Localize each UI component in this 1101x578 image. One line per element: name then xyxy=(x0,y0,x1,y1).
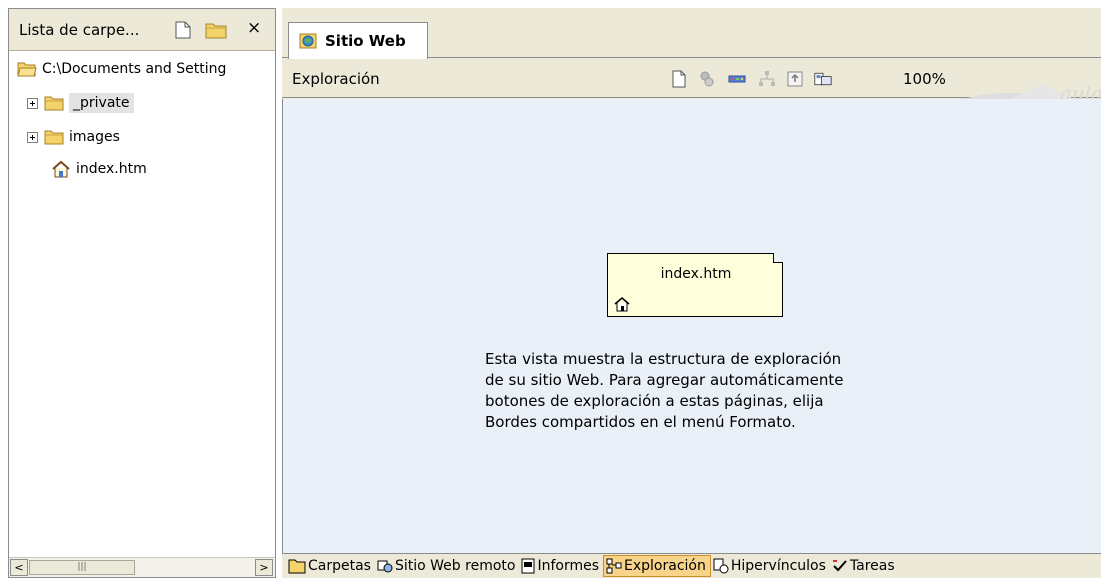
link-bar-icon[interactable] xyxy=(728,70,746,88)
view-button-label: Exploración xyxy=(624,558,706,574)
help-line: Bordes compartidos en el menú Formato. xyxy=(485,413,796,431)
folder-open-icon xyxy=(17,62,37,77)
help-line: botones de exploración a estas páginas, … xyxy=(485,392,824,410)
folder-list-header: Lista de carpe... × xyxy=(9,9,275,51)
hyperlinks-icon xyxy=(713,558,729,574)
folder-icon xyxy=(288,559,306,574)
tree-item-private[interactable]: _private xyxy=(27,89,134,117)
view-button-remote[interactable]: Sitio Web remoto xyxy=(375,555,519,577)
view-button-carpetas[interactable]: Carpetas xyxy=(286,555,375,577)
frontpage-window: Lista de carpe... × C:\Documents and Set… xyxy=(0,0,1101,578)
scroll-left-button[interactable]: < xyxy=(10,559,28,576)
page-node-label: index.htm xyxy=(660,266,732,282)
folder-icon xyxy=(44,96,64,111)
home-page-icon xyxy=(614,297,630,312)
view-button-label: Carpetas xyxy=(308,558,371,574)
view-button-label: Hipervínculos xyxy=(730,558,826,574)
view-button-label: Tareas xyxy=(849,558,895,574)
portrait-landscape-icon[interactable] xyxy=(814,70,832,88)
remote-site-icon xyxy=(377,560,393,573)
external-link-icon[interactable] xyxy=(698,70,716,88)
page-node-index[interactable]: index.htm xyxy=(607,253,783,317)
help-line: Esta vista muestra la estructura de expl… xyxy=(485,350,842,368)
tree-item-index[interactable]: index.htm xyxy=(51,155,147,183)
folder-list-title: Lista de carpe... xyxy=(19,20,140,39)
new-folder-icon[interactable] xyxy=(205,21,227,39)
folder-list-pane: Lista de carpe... × C:\Documents and Set… xyxy=(8,8,276,578)
navigation-toolbar: Exploración 100% aula xyxy=(282,60,1101,137)
zoom-level[interactable]: 100% xyxy=(903,70,946,88)
navigation-canvas[interactable]: index.htm Esta vista muestra la estructu… xyxy=(282,99,1101,553)
tree-root[interactable]: C:\Documents and Setting xyxy=(17,55,226,83)
view-button-label: Sitio Web remoto xyxy=(394,558,516,574)
tree-root-label: C:\Documents and Setting xyxy=(42,61,227,77)
tree-item-label: _private xyxy=(69,93,134,113)
rotate-view-icon[interactable] xyxy=(758,70,776,88)
view-button-tareas[interactable]: Tareas xyxy=(830,555,899,577)
new-page-icon[interactable] xyxy=(175,21,191,39)
view-button-exploracion[interactable]: Exploración xyxy=(603,555,711,577)
page-fold-corner xyxy=(773,253,783,263)
tree-item-label: index.htm xyxy=(76,161,147,177)
document-tab-strip: Sitio Web xyxy=(282,8,1101,59)
tasks-icon xyxy=(832,560,847,572)
view-button-hipervinculos[interactable]: Hipervínculos xyxy=(711,555,830,577)
home-page-icon xyxy=(52,160,70,178)
help-line: de su sitio Web. Para agregar automática… xyxy=(485,371,844,389)
expand-toggle[interactable] xyxy=(27,97,38,109)
new-top-page-icon[interactable] xyxy=(670,70,688,88)
view-button-informes[interactable]: Informes xyxy=(519,555,603,577)
tree-item-label: images xyxy=(69,129,120,145)
navigation-help-text: Esta vista muestra la estructura de expl… xyxy=(485,349,925,433)
navigation-icon xyxy=(606,558,622,574)
folder-list-scrollbar[interactable]: < ||| > xyxy=(9,557,275,577)
scroll-thumb[interactable]: ||| xyxy=(29,560,135,575)
reports-icon xyxy=(521,558,535,574)
scroll-right-button[interactable]: > xyxy=(255,559,273,576)
tab-label: Sitio Web xyxy=(325,32,406,50)
close-folder-list-button[interactable]: × xyxy=(247,18,261,38)
site-view-pane: Sitio Web Exploración 100% aula index.ht… xyxy=(282,8,1101,578)
view-subtree-icon[interactable] xyxy=(786,70,804,88)
website-icon xyxy=(299,33,317,49)
tab-sitio-web[interactable]: Sitio Web xyxy=(288,22,428,59)
expand-toggle[interactable] xyxy=(27,131,38,143)
view-button-label: Informes xyxy=(537,558,600,574)
folder-icon xyxy=(44,130,64,145)
tree-item-images[interactable]: images xyxy=(27,123,120,151)
view-title: Exploración xyxy=(292,70,380,88)
view-switcher-bar: Carpetas Sitio Web remoto Informes Explo… xyxy=(282,553,1101,578)
